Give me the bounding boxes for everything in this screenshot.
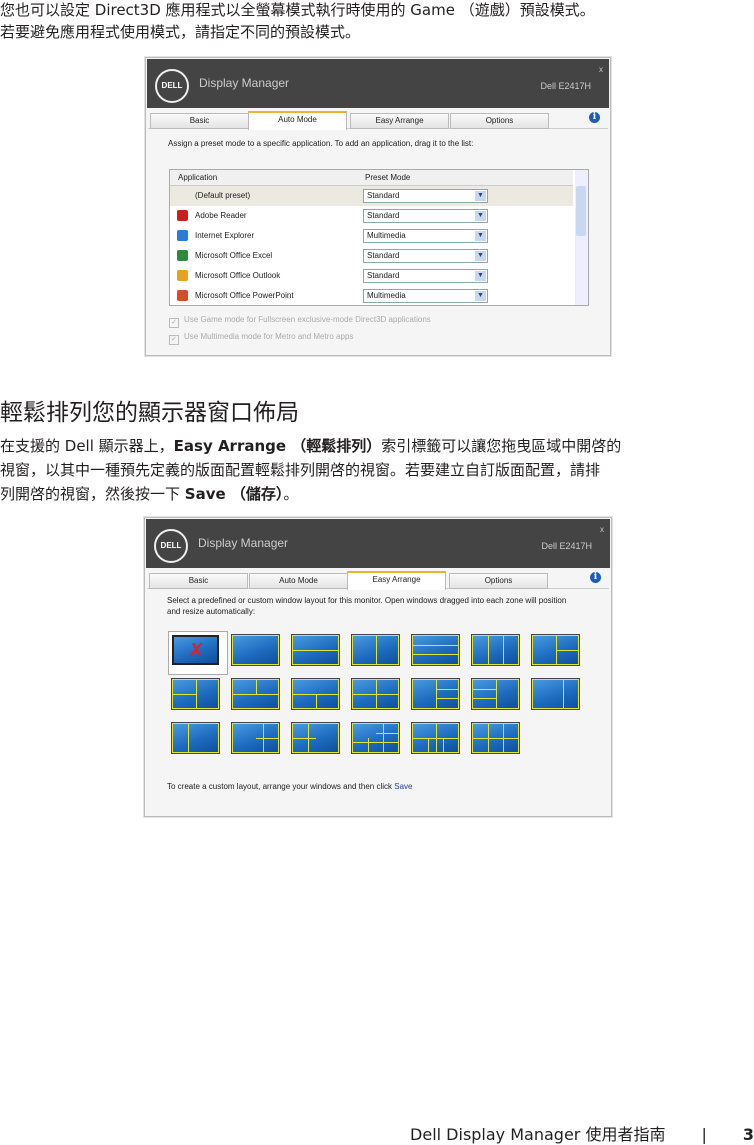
tab-easy-arrange[interactable]: Easy Arrange	[350, 113, 449, 129]
tab-options[interactable]: Options	[450, 113, 549, 129]
chevron-down-icon: ▼	[475, 191, 486, 201]
checkbox-label: Use Multimedia mode for Metro and Metro …	[184, 332, 354, 341]
chevron-down-icon: ▼	[475, 211, 486, 221]
chevron-down-icon: ▼	[475, 251, 486, 261]
layout-option[interactable]	[531, 634, 580, 666]
layout-option[interactable]	[531, 678, 580, 710]
dell-logo: DELL	[154, 529, 188, 563]
app-name: (Default preset)	[195, 191, 251, 200]
x-icon: X	[190, 640, 203, 660]
application-table: Application Preset Mode (Default preset) S…	[169, 169, 589, 306]
chevron-down-icon: ▼	[475, 271, 486, 281]
layout-option[interactable]	[411, 634, 460, 666]
app-name: Adobe Reader	[195, 211, 247, 220]
app-icon	[177, 250, 188, 261]
app-title: Display Manager	[198, 536, 289, 550]
app-name: Microsoft Office Excel	[195, 251, 273, 260]
preset-mode-select[interactable]: Multimedia ▼	[363, 289, 488, 303]
chevron-down-icon: ▼	[475, 291, 486, 301]
game-mode-checkbox[interactable]: ✓ Use Game mode for Fullscreen exclusive-…	[169, 315, 431, 328]
table-row[interactable]: Internet Explorer Multimedia ▼	[170, 226, 573, 246]
monitor-model: Dell E2417H	[541, 541, 592, 551]
paragraph-line-1: 在支援的 Dell 顯示器上，Easy Arrange （輕鬆排列）索引標籤可以…	[0, 437, 622, 455]
layout-option[interactable]	[231, 722, 280, 754]
instruction-text: Select a predefined or custom window lay…	[167, 596, 567, 616]
table-row[interactable]: Microsoft Office Outlook Standard ▼	[170, 266, 573, 286]
layout-option[interactable]	[231, 634, 280, 666]
table-row[interactable]: Adobe Reader Standard ▼	[170, 206, 573, 226]
app-icon	[177, 290, 188, 301]
tab-auto-mode[interactable]: Auto Mode	[249, 573, 348, 589]
tab-easy-arrange[interactable]: Easy Arrange	[347, 571, 446, 590]
app-icon	[177, 270, 188, 281]
app-title: Display Manager	[199, 76, 290, 90]
app-name: Microsoft Office PowerPoint	[195, 291, 294, 300]
title-bar: DELL Display Manager Dell E2417H x	[147, 59, 609, 108]
auto-mode-screenshot: DELL Display Manager Dell E2417H x Basic…	[145, 57, 611, 356]
monitor-model: Dell E2417H	[540, 81, 591, 91]
table-row[interactable]: Microsoft Office Excel Standard ▼	[170, 246, 573, 266]
paragraph-line-2: 視窗，以其中一種預先定義的版面配置輕鬆排列開啓的視窗。若要建立自訂版面配置，請排	[0, 461, 601, 479]
layout-none[interactable]: X	[172, 635, 219, 665]
table-row[interactable]: (Default preset) Standard ▼	[170, 186, 573, 206]
layout-option[interactable]	[291, 678, 340, 710]
multimedia-mode-checkbox[interactable]: ✓ Use Multimedia mode for Metro and Metro…	[169, 332, 353, 345]
scrollbar[interactable]	[575, 170, 588, 305]
save-link[interactable]: Save	[394, 782, 412, 791]
layout-option[interactable]	[411, 722, 460, 754]
tab-basic[interactable]: Basic	[150, 113, 249, 129]
info-icon[interactable]: i	[590, 572, 601, 583]
tab-basic[interactable]: Basic	[149, 573, 248, 589]
layout-option[interactable]	[351, 634, 400, 666]
preset-mode-select[interactable]: Standard ▼	[363, 269, 488, 283]
layout-option[interactable]	[171, 722, 220, 754]
layout-option[interactable]	[291, 634, 340, 666]
layout-option[interactable]	[231, 678, 280, 710]
layout-option[interactable]	[351, 678, 400, 710]
column-preset-mode: Preset Mode	[365, 173, 411, 182]
layout-option[interactable]	[471, 722, 520, 754]
column-application: Application	[178, 173, 218, 182]
app-icon	[177, 230, 188, 241]
preset-mode-select[interactable]: Standard ▼	[363, 249, 488, 263]
tab-options[interactable]: Options	[449, 573, 548, 589]
intro-line-1: 您也可以設定 Direct3D 應用程式以全螢幕模式執行時使用的 Game （遊…	[0, 1, 595, 19]
section-heading: 輕鬆排列您的顯示器窗口佈局	[0, 400, 299, 426]
intro-line-2: 若要避免應用程式使用模式，請指定不同的預設模式。	[0, 23, 361, 41]
layout-option[interactable]	[411, 678, 460, 710]
page-footer: Dell Display Manager 使用者指南 | 3	[410, 1125, 754, 1144]
close-button[interactable]: x	[600, 525, 604, 534]
instruction-text: Assign a preset mode to a specific appli…	[168, 139, 474, 148]
chevron-down-icon: ▼	[475, 231, 486, 241]
title-bar: DELL Display Manager Dell E2417H x	[146, 519, 610, 568]
layout-option[interactable]	[171, 678, 220, 710]
app-name: Internet Explorer	[195, 231, 255, 240]
custom-layout-hint: To create a custom layout, arrange your …	[167, 782, 413, 791]
preset-mode-select[interactable]: Multimedia ▼	[363, 229, 488, 243]
preset-mode-select[interactable]: Standard ▼	[363, 189, 488, 203]
layout-option[interactable]	[471, 678, 520, 710]
app-name: Microsoft Office Outlook	[195, 271, 281, 280]
layout-option[interactable]	[471, 634, 520, 666]
guide-title: Dell Display Manager 使用者指南	[410, 1125, 666, 1144]
close-button[interactable]: x	[599, 65, 603, 74]
page-number: 3	[742, 1125, 754, 1144]
layout-option[interactable]	[351, 722, 400, 754]
info-icon[interactable]: i	[589, 112, 600, 123]
tab-auto-mode[interactable]: Auto Mode	[248, 111, 347, 130]
dell-logo: DELL	[155, 69, 189, 103]
paragraph-line-3: 列開啓的視窗，然後按一下 Save （儲存）。	[0, 485, 299, 503]
table-row[interactable]: Microsoft Office PowerPoint Multimedia ▼	[170, 286, 573, 306]
checkbox-label: Use Game mode for Fullscreen exclusive-m…	[184, 315, 431, 324]
easy-arrange-screenshot: DELL Display Manager Dell E2417H x Basic…	[144, 517, 612, 817]
app-icon	[177, 210, 188, 221]
layout-option[interactable]	[291, 722, 340, 754]
preset-mode-select[interactable]: Standard ▼	[363, 209, 488, 223]
